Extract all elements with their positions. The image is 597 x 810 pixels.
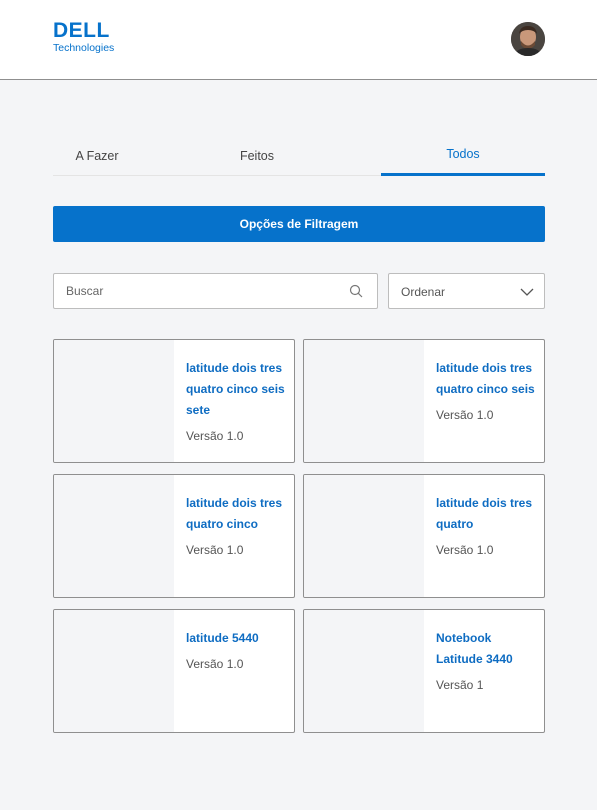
card-version: Versão 1.0 — [436, 543, 494, 557]
user-avatar[interactable] — [511, 22, 545, 56]
card-image — [304, 475, 424, 597]
product-card[interactable]: latitude 5440 Versão 1.0 — [53, 609, 295, 733]
card-image — [54, 340, 174, 462]
card-version: Versão 1.0 — [436, 408, 494, 422]
card-version: Versão 1.0 — [186, 429, 244, 443]
card-title: latitude dois tres quatro cinco Versão 1… — [186, 493, 290, 561]
filter-options-button[interactable]: Opções de Filtragem — [53, 206, 545, 242]
search-icon[interactable] — [349, 284, 363, 298]
card-title-text: latitude 5440 — [186, 631, 259, 645]
chevron-down-icon — [520, 288, 534, 296]
card-title-text: latitude dois tres quatro — [436, 496, 533, 531]
avatar-icon — [511, 22, 545, 56]
card-version: Versão 1.0 — [186, 543, 244, 557]
search-input[interactable] — [66, 274, 336, 308]
tab-bar: A Fazer Feitos Todos — [53, 135, 545, 176]
card-title-text: latitude dois tres quatro cinco — [186, 496, 283, 531]
card-version: Versão 1.0 — [186, 657, 244, 671]
sort-label: Ordenar — [401, 285, 446, 299]
card-title-text: latitude dois tres quatro cinco seis set… — [186, 361, 285, 417]
card-image — [304, 340, 424, 462]
product-card[interactable]: latitude dois tres quatro cinco seis set… — [53, 339, 295, 463]
card-title: latitude 5440 Versão 1.0 — [186, 628, 290, 675]
card-title: Notebook Latitude 3440 Versão 1 — [436, 628, 540, 696]
top-bar: DELL Technologies — [0, 0, 597, 80]
card-image — [54, 475, 174, 597]
tab-todos[interactable]: Todos — [381, 135, 545, 176]
card-title-text: latitude dois tres quatro cinco seis — [436, 361, 535, 396]
sort-dropdown[interactable]: Ordenar — [388, 273, 545, 309]
dell-logo[interactable]: DELL Technologies — [53, 19, 115, 54]
card-image — [304, 610, 424, 732]
product-card[interactable]: Notebook Latitude 3440 Versão 1 — [303, 609, 545, 733]
card-title: latitude dois tres quatro Versão 1.0 — [436, 493, 540, 561]
card-image — [54, 610, 174, 732]
tab-a-fazer[interactable]: A Fazer — [53, 135, 141, 176]
search-box — [53, 273, 378, 309]
card-version: Versão 1 — [436, 678, 484, 692]
product-card[interactable]: latitude dois tres quatro cinco seis Ver… — [303, 339, 545, 463]
card-title: latitude dois tres quatro cinco seis Ver… — [436, 358, 540, 426]
tab-feitos[interactable]: Feitos — [217, 135, 297, 176]
card-title: latitude dois tres quatro cinco seis set… — [186, 358, 290, 447]
logo-wordmark: DELL — [53, 19, 110, 42]
product-card[interactable]: latitude dois tres quatro cinco Versão 1… — [53, 474, 295, 598]
card-title-text: Notebook Latitude 3440 — [436, 631, 513, 666]
logo-subtitle: Technologies — [53, 42, 115, 54]
product-card[interactable]: latitude dois tres quatro Versão 1.0 — [303, 474, 545, 598]
